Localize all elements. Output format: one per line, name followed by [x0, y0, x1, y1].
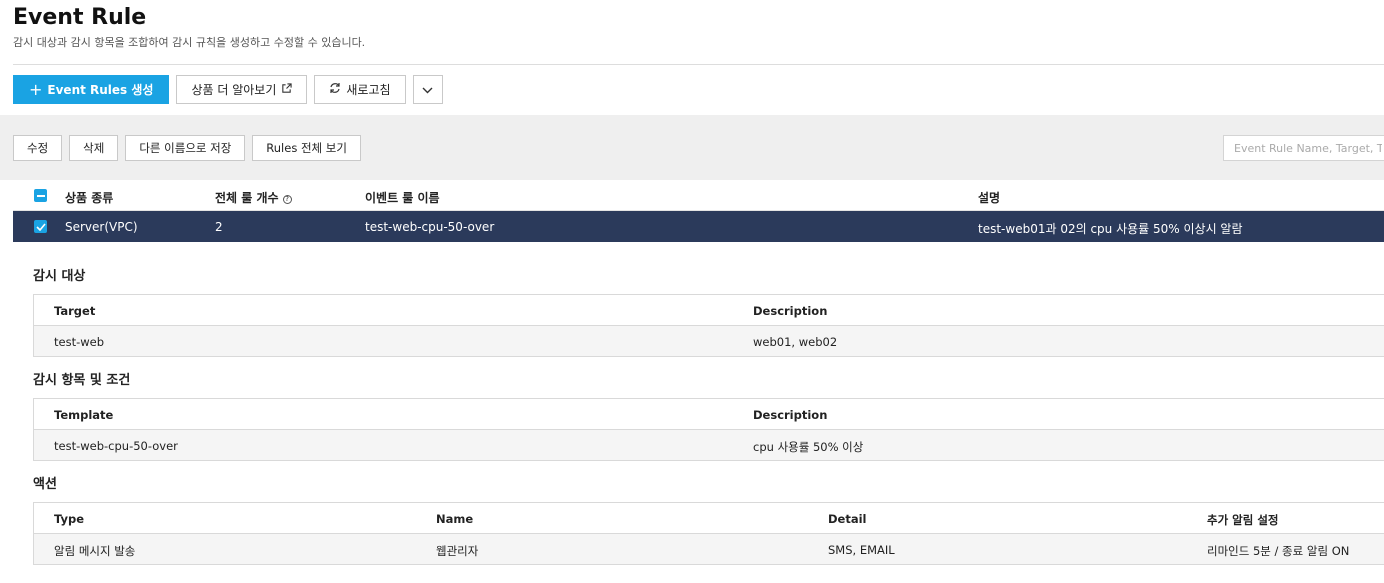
save-as-button[interactable]: 다른 이름으로 저장 [125, 135, 246, 161]
view-all-rules-button[interactable]: Rules 전체 보기 [252, 135, 361, 161]
help-icon[interactable]: ? [282, 195, 292, 204]
table-header: 상품 종류 전체 룰 개수? 이벤트 룰 이름 설명 [13, 180, 1384, 211]
column-count-label: 전체 룰 개수 [215, 191, 279, 205]
column-template-description: Description [753, 408, 828, 422]
learn-more-button[interactable]: 상품 더 알아보기 [176, 75, 308, 104]
column-extra-notification: 추가 알림 설정 [1207, 513, 1279, 527]
cell-target-description: web01, web02 [753, 335, 838, 349]
header-divider [13, 64, 1384, 65]
refresh-label: 새로고침 [346, 83, 391, 97]
toolbar: + Event Rules 생성 상품 더 알아보기 새로고침 [13, 75, 443, 104]
table-header: Type Name Detail 추가 알림 설정 [34, 503, 1384, 534]
plus-icon: + [29, 79, 43, 99]
edit-button[interactable]: 수정 [13, 135, 63, 161]
delete-button[interactable]: 삭제 [69, 135, 119, 161]
cell-type: 알림 메시지 발송 [54, 544, 136, 558]
cell-template: test-web-cpu-50-over [54, 439, 178, 453]
cell-description: test-web01과 02의 cpu 사용률 50% 이상시 알람 [978, 222, 1243, 236]
column-rule-name: 이벤트 룰 이름 [365, 191, 440, 205]
rules-table: 상품 종류 전체 룰 개수? 이벤트 룰 이름 설명 Server(VPC) 2… [13, 180, 1384, 242]
page-title: Event Rule [13, 5, 147, 30]
create-event-rule-button[interactable]: + Event Rules 생성 [13, 75, 170, 104]
section-title-target: 감시 대상 [33, 269, 86, 284]
table-header: Template Description [34, 399, 1384, 430]
cell-name: 웹관리자 [436, 544, 479, 558]
column-target: Target [54, 304, 96, 318]
column-description: 설명 [978, 191, 1001, 205]
section-title-action: 액션 [33, 477, 57, 492]
action-table: Type Name Detail 추가 알림 설정 알림 메시지 발송 웹관리자… [33, 502, 1384, 565]
condition-table: Template Description test-web-cpu-50-ove… [33, 398, 1384, 461]
column-name: Name [436, 512, 474, 526]
page-header: Event Rule 감시 대상과 감시 항목을 조합하여 감시 규칙을 생성하… [13, 6, 1384, 50]
table-row: 알림 메시지 발송 웹관리자 SMS, EMAIL 리마인드 5분 / 종료 알… [34, 534, 1384, 565]
search-input[interactable] [1223, 135, 1384, 161]
cell-product: Server(VPC) [65, 220, 138, 234]
table-row[interactable]: Server(VPC) 2 test-web-cpu-50-over test-… [13, 211, 1384, 242]
cell-rule-name: test-web-cpu-50-over [365, 220, 495, 234]
cell-template-description: cpu 사용률 50% 이상 [753, 440, 864, 454]
column-template: Template [54, 408, 114, 422]
chevron-down-icon [422, 83, 433, 97]
section-title-condition: 감시 항목 및 조건 [33, 373, 131, 388]
page-description: 감시 대상과 감시 항목을 조합하여 감시 규칙을 생성하고 수정할 수 있습니… [13, 36, 366, 49]
more-dropdown-button[interactable] [412, 75, 443, 104]
column-target-description: Description [753, 304, 828, 318]
column-detail: Detail [828, 512, 867, 526]
table-row: test-web web01, web02 [34, 326, 1384, 357]
learn-more-label: 상품 더 알아보기 [191, 83, 277, 97]
row-checkbox[interactable] [34, 220, 47, 233]
column-count: 전체 룰 개수? [215, 189, 292, 206]
table-header: Target Description [34, 295, 1384, 326]
target-table: Target Description test-web web01, web02 [33, 294, 1384, 357]
rule-detail-panel: 감시 대상 Target Description test-web web01,… [0, 242, 1384, 583]
cell-detail: SMS, EMAIL [828, 543, 895, 557]
column-product: 상품 종류 [65, 191, 114, 205]
refresh-icon [329, 82, 341, 97]
select-all-checkbox[interactable] [34, 189, 47, 202]
cell-target: test-web [54, 335, 105, 349]
check-icon [35, 222, 46, 231]
table-row: test-web-cpu-50-over cpu 사용률 50% 이상 [34, 430, 1384, 461]
cell-count: 2 [215, 220, 223, 234]
external-link-icon [281, 82, 293, 97]
cell-extra-notification: 리마인드 5분 / 종료 알림 ON [1207, 544, 1350, 558]
action-bar: 수정 삭제 다른 이름으로 저장 Rules 전체 보기 [13, 135, 361, 161]
create-button-label: Event Rules 생성 [47, 83, 154, 97]
column-type: Type [54, 512, 85, 526]
refresh-button[interactable]: 새로고침 [314, 75, 406, 104]
